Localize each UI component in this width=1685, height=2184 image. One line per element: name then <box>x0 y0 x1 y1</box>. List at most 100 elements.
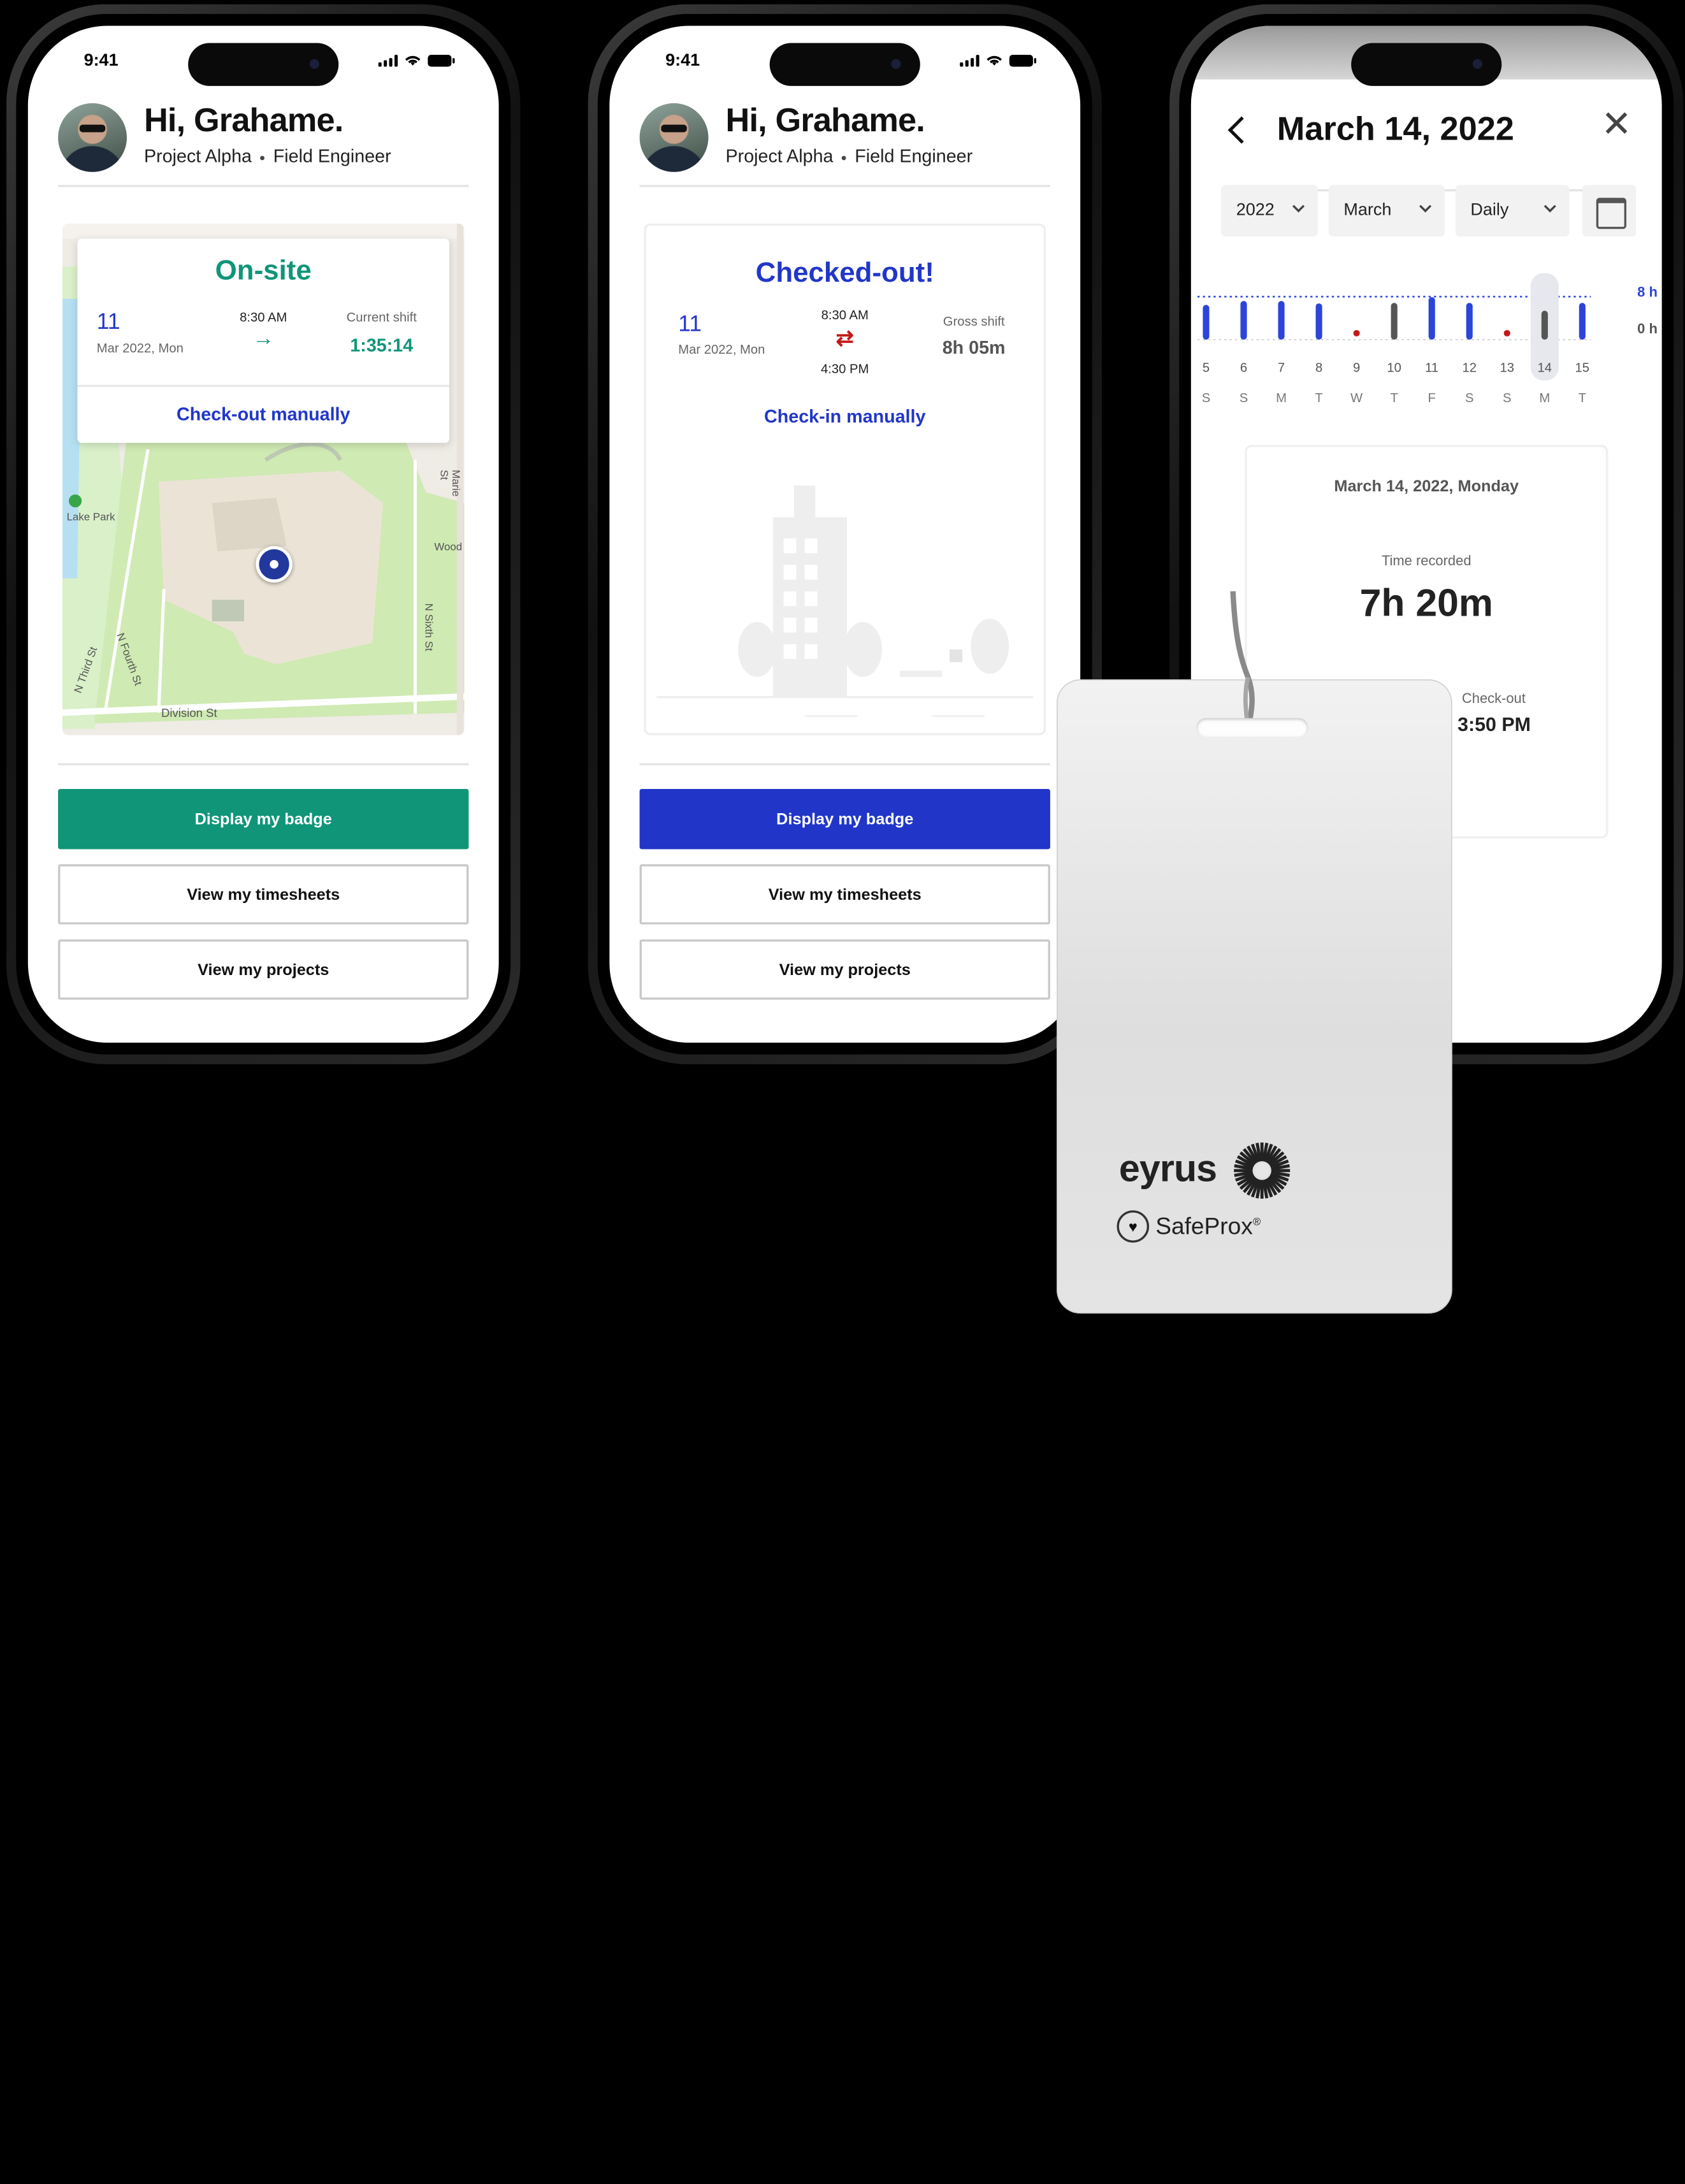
signal-icon <box>960 54 980 66</box>
detail-date: March 14, 2022, Monday <box>1334 477 1519 496</box>
badge-slot <box>1196 718 1308 738</box>
calendar-header: March 14, 2022 ✕ <box>1221 101 1632 192</box>
user-subtitle: Project Alpha Field Engineer <box>726 146 973 168</box>
project-name: Project Alpha <box>144 146 252 167</box>
stage: 9:41 Hi, Grahame. Project Alpha Field Eng… <box>0 0 1685 2184</box>
shift-status: On-site <box>215 254 312 286</box>
battery-icon <box>428 54 455 66</box>
park-pin-icon <box>68 494 82 508</box>
check-out-manually-link[interactable]: Check-out manually <box>77 404 449 426</box>
location-pin-icon[interactable] <box>256 546 293 583</box>
day-number-label[interactable]: 10 <box>1387 361 1401 375</box>
weekday-label: T <box>1579 391 1586 405</box>
chevron-down-icon <box>1544 200 1556 213</box>
weekday-label: W <box>1350 391 1363 405</box>
lanyard-cord <box>1230 591 1255 730</box>
view-timesheets-button[interactable]: View my timesheets <box>639 864 1050 925</box>
day-number-label[interactable]: 12 <box>1462 361 1477 375</box>
check-in-manually-link[interactable]: Check-in manually <box>646 407 1044 428</box>
day-number-label[interactable]: 11 <box>1425 361 1438 375</box>
eyrus-sunburst-icon <box>1234 1142 1291 1199</box>
rfid-badge: eyrus ♥ SafeProx® <box>1057 591 1452 1314</box>
shift-label: Current shift <box>346 309 417 325</box>
chart-svg: 5 S 6 S 7 M 8 T 9 W 10 T 11 F 12 S 13 S 14 M 15 T <box>1197 273 1591 405</box>
rest-day-dot <box>1503 329 1510 336</box>
map-label-park: Lake Park <box>66 511 115 524</box>
user-subtitle: Project Alpha Field Engineer <box>144 146 391 168</box>
view-projects-button[interactable]: View my projects <box>639 939 1050 1000</box>
phone-checked-out: 9:41 Hi, Grahame. Project Alpha Field Eng… <box>588 4 1102 1064</box>
view-timesheets-button[interactable]: View my timesheets <box>58 864 469 925</box>
dynamic-island <box>1351 43 1502 86</box>
back-arrow-icon[interactable] <box>1227 116 1255 144</box>
day-number-label[interactable]: 6 <box>1240 361 1247 375</box>
month-dropdown[interactable]: March <box>1328 185 1445 237</box>
close-icon[interactable]: ✕ <box>1601 103 1631 146</box>
wifi-icon <box>987 55 1002 66</box>
day-number-label[interactable]: 7 <box>1278 361 1285 375</box>
hours-bar[interactable] <box>1278 301 1285 340</box>
day-number-label[interactable]: 9 <box>1353 361 1360 375</box>
hours-bar[interactable] <box>1391 303 1398 340</box>
day-number-label[interactable]: 8 <box>1315 361 1322 375</box>
user-role: Field Engineer <box>855 146 973 167</box>
shift-value: 1:35:14 <box>350 335 414 356</box>
weekday-label: S <box>1465 391 1474 405</box>
heart-icon: ♥ <box>1117 1210 1150 1243</box>
hours-bar[interactable] <box>1428 297 1435 340</box>
checked-out-card: Checked-out! 11 Mar 2022, Mon 8:30 AM ⇄ … <box>644 223 1046 735</box>
calendar-title: March 14, 2022 <box>1276 110 1514 148</box>
eyrus-logo: eyrus <box>1118 1148 1217 1190</box>
chevron-down-icon <box>1419 200 1432 213</box>
month-value: March <box>1343 201 1392 220</box>
rest-day-dot <box>1353 329 1360 336</box>
display-badge-button[interactable]: Display my badge <box>639 789 1050 850</box>
avatar[interactable] <box>58 103 127 172</box>
chevron-down-icon <box>1292 200 1305 213</box>
avatar[interactable] <box>639 103 709 172</box>
time-recorded-value: 7h 20m <box>1359 580 1493 625</box>
check-out-time: 4:30 PM <box>821 361 869 377</box>
shift-info-box: On-site 11 Mar 2022, Mon 8:30 AM → Curre… <box>77 238 450 443</box>
safeprox-name: SafeProx <box>1155 1212 1253 1240</box>
checkout-label: Check-out <box>1461 690 1526 707</box>
map-label-wood: Wood <box>434 542 463 554</box>
day-number-label[interactable]: 14 <box>1538 361 1552 375</box>
display-badge-button[interactable]: Display my badge <box>58 789 469 850</box>
calendar-icon[interactable] <box>1582 185 1637 237</box>
battery-icon <box>1009 54 1036 66</box>
year-dropdown[interactable]: 2022 <box>1221 185 1318 237</box>
weekday-label: F <box>1428 391 1435 405</box>
dynamic-island <box>188 43 339 86</box>
screen: 9:41 Hi, Grahame. Project Alpha Field Eng… <box>609 25 1081 1043</box>
year-value: 2022 <box>1236 201 1275 220</box>
hours-bar[interactable] <box>1541 310 1548 340</box>
view-projects-button[interactable]: View my projects <box>58 939 469 1000</box>
building-illustration <box>656 485 1034 718</box>
hours-bar[interactable] <box>1240 301 1247 340</box>
hours-bar[interactable] <box>1203 305 1210 340</box>
checkout-value: 3:50 PM <box>1457 713 1531 735</box>
onsite-card: Lake Park Division St Marie St N Sixth S… <box>62 223 465 735</box>
signal-icon <box>378 54 398 66</box>
screen: 9:41 Hi, Grahame. Project Alpha Field Eng… <box>27 25 499 1043</box>
day-number-label[interactable]: 13 <box>1500 361 1514 375</box>
dynamic-island <box>769 43 920 86</box>
day-number-label[interactable]: 15 <box>1575 361 1590 375</box>
hours-bar[interactable] <box>1466 303 1473 340</box>
day-number-label[interactable]: 5 <box>1203 361 1210 375</box>
map-label-sixth: N Sixth St <box>422 603 434 651</box>
wifi-icon <box>405 55 421 66</box>
shift-label: Gross shift <box>943 314 1005 329</box>
weekday-label: M <box>1539 391 1550 405</box>
hours-bar[interactable] <box>1579 303 1586 340</box>
safeprox-logo: SafeProx® <box>1155 1213 1261 1241</box>
shift-status: Checked-out! <box>755 256 934 289</box>
axis-0h-label: 0 h <box>1637 320 1658 336</box>
weekday-label: M <box>1276 391 1287 405</box>
hours-bar[interactable] <box>1315 303 1322 340</box>
map-label-marie: Marie St <box>437 470 461 497</box>
user-role: Field Engineer <box>273 146 391 167</box>
period-dropdown[interactable]: Daily <box>1455 185 1570 237</box>
phone-onsite: 9:41 Hi, Grahame. Project Alpha Field Eng… <box>6 4 521 1064</box>
